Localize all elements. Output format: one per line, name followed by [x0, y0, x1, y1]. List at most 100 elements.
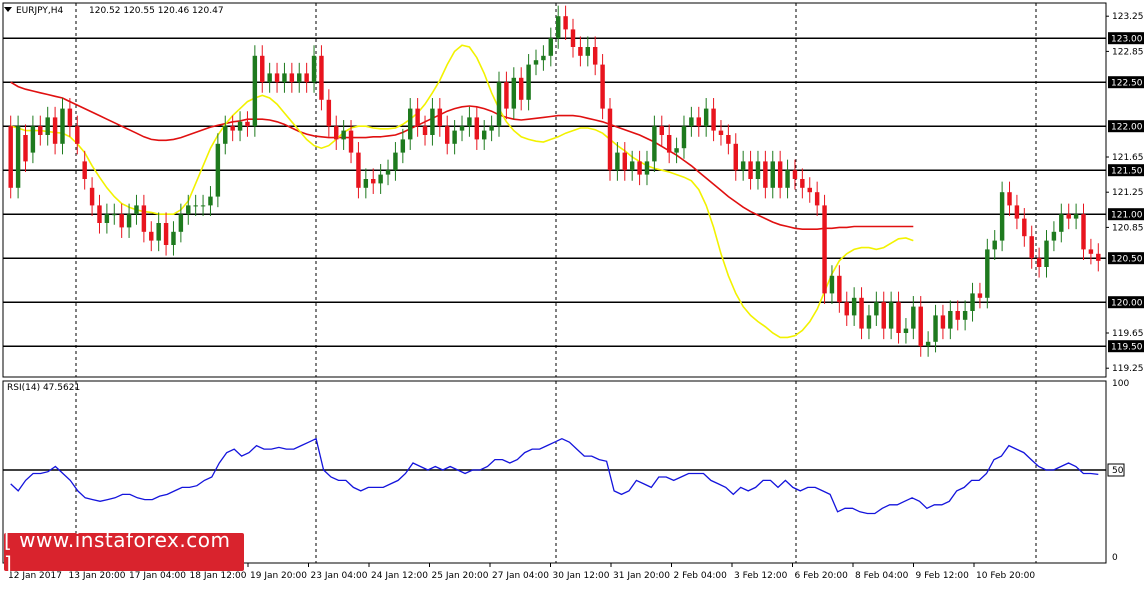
candle-body: [1066, 214, 1071, 219]
candle-body: [696, 117, 701, 127]
candle-body: [903, 328, 909, 333]
y-tick-label: 120.85: [1112, 223, 1144, 233]
chart-canvas: 123.00 122.50 122.00 121.50 121.00 120.50 120.…: [0, 0, 1147, 585]
x-tick-label: 24 Jan 12:00: [371, 571, 428, 581]
candle-body: [67, 108, 73, 127]
candle-body: [526, 64, 531, 100]
x-tick-label: 25 Jan 20:00: [432, 571, 489, 581]
candle-body: [126, 214, 132, 228]
candle-body: [666, 135, 672, 153]
candle-body: [829, 275, 835, 294]
candle-body: [726, 135, 731, 144]
candle-body: [1059, 214, 1064, 232]
candle-body: [948, 311, 953, 329]
candle-body: [289, 73, 295, 83]
candle-body: [260, 55, 265, 83]
price-level-label: 121.00: [1111, 211, 1143, 221]
eurjpy-chart: 123.00 122.50 122.00 121.50 121.00 120.50 120.…: [0, 0, 1147, 585]
candle-body: [341, 130, 346, 140]
candle-body: [474, 117, 480, 140]
candle-body: [89, 187, 95, 206]
candle-body: [541, 55, 546, 61]
candle-body: [1007, 192, 1012, 206]
candle-body: [570, 29, 576, 47]
candle-body: [718, 130, 724, 135]
candle-body: [156, 223, 161, 241]
candle-body: [193, 205, 198, 207]
candle-body: [378, 174, 383, 184]
candle-body: [1073, 214, 1079, 219]
y-tick-label: 119.25: [1112, 364, 1144, 374]
rsi-header: RSI(14) 47.5621: [7, 383, 80, 393]
candle-body: [267, 73, 272, 83]
candle-body: [97, 205, 102, 223]
candle-body: [740, 161, 746, 171]
price-level-label: 122.00: [1111, 123, 1143, 133]
rsi-tick-label: 50: [1112, 466, 1124, 476]
candle-body: [385, 170, 391, 175]
candle-body: [925, 341, 931, 347]
candle-body: [881, 302, 886, 329]
rsi-tick-label: 0: [1112, 553, 1118, 563]
x-tick-label: 3 Feb 12:00: [734, 571, 788, 581]
candle-body: [52, 117, 58, 144]
candle-body: [393, 152, 398, 171]
candle-body: [171, 231, 176, 245]
candle-body: [481, 130, 487, 140]
candle-body: [548, 38, 554, 56]
candle-body: [763, 161, 768, 188]
candle-body: [163, 223, 169, 245]
candle-body: [326, 99, 332, 127]
candle-body: [274, 73, 280, 83]
candle-body: [371, 179, 376, 184]
candle-body: [844, 302, 849, 316]
candle-body: [874, 302, 879, 316]
x-tick-label: 31 Jan 20:00: [613, 571, 670, 581]
candle-body: [1036, 258, 1042, 267]
candle-body: [422, 126, 428, 135]
candle-body: [334, 126, 339, 140]
candle-body: [1088, 249, 1094, 254]
candle-body: [311, 55, 317, 83]
x-tick-label: 27 Jan 04:00: [492, 571, 549, 581]
candle-body: [467, 117, 472, 127]
candle-body: [592, 47, 598, 65]
candle-body: [1081, 214, 1086, 250]
candle-body: [363, 179, 369, 188]
candle-body: [452, 130, 457, 144]
candle-body: [230, 126, 235, 131]
candle-body: [992, 240, 997, 250]
candle-body: [430, 108, 435, 135]
candle-body: [533, 60, 539, 65]
candle-body: [748, 161, 753, 179]
candle-body: [30, 126, 36, 153]
candle-body: [578, 47, 583, 56]
candle-body: [814, 192, 820, 206]
candle-body: [1096, 253, 1101, 261]
candle-body: [23, 135, 28, 162]
price-level-label: 123.00: [1111, 35, 1143, 45]
candle-body: [215, 143, 221, 197]
candle-body: [75, 126, 80, 144]
candle-body: [703, 108, 709, 127]
candle-body: [733, 143, 738, 171]
candle-body: [711, 108, 716, 131]
candle-body: [622, 152, 628, 171]
candle-body: [770, 161, 775, 188]
candle-body: [681, 126, 687, 149]
candle-body: [489, 126, 494, 131]
y-tick-label: 123.25: [1112, 12, 1144, 22]
y-tick-label: 121.65: [1112, 153, 1144, 163]
candle-body: [408, 108, 413, 140]
x-tick-label: 23 Jan 04:00: [311, 571, 368, 581]
candle-body: [304, 73, 309, 83]
candle-body: [282, 73, 287, 83]
x-tick-label: 19 Jan 20:00: [250, 571, 307, 581]
x-tick-label: 10 Feb 20:00: [976, 571, 1035, 581]
candle-body: [792, 170, 798, 179]
candle-body: [8, 126, 13, 188]
candle-body: [45, 117, 50, 135]
watermark-logo: [ www.instaforex.com ]: [4, 528, 244, 576]
candle-body: [777, 161, 783, 188]
x-tick-label: 30 Jan 12:00: [553, 571, 610, 581]
